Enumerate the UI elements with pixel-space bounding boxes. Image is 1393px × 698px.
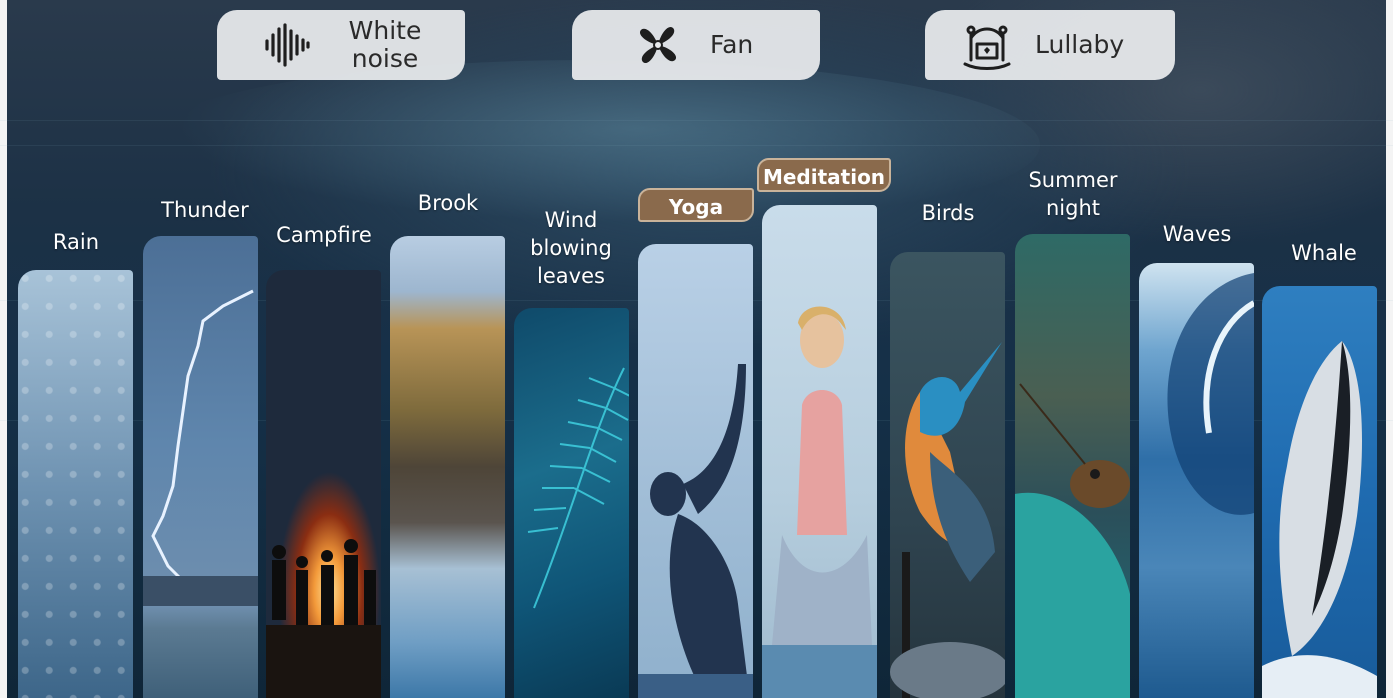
fan-icon (630, 17, 686, 73)
summer-night-label: Summer night (1028, 168, 1118, 220)
fern-leaves (527, 367, 629, 609)
whale-card[interactable] (1262, 286, 1377, 698)
cricket-on-leaf (1015, 383, 1130, 698)
yoga-badge: Yoga (638, 188, 754, 222)
rain-label: Rain (52, 230, 100, 254)
thunder-label: Thunder (161, 198, 249, 222)
sound-wave-icon (259, 17, 315, 73)
meditation-card[interactable] (762, 205, 877, 698)
meditation-figure (762, 306, 877, 698)
wave-line (0, 120, 1393, 121)
wind-blowing-leaves-label: Wind blowing leaves (530, 208, 612, 288)
kingfisher-bird (890, 342, 1005, 698)
birds-label: Birds (921, 201, 975, 225)
wave-line (0, 145, 1393, 146)
fan-button[interactable]: Fan (572, 10, 820, 80)
left-border (0, 0, 7, 698)
cradle-icon (959, 17, 1015, 73)
whale-label: Whale (1291, 241, 1357, 265)
yoga-figure (638, 364, 753, 698)
brook-label: Brook (417, 191, 479, 215)
birds-card[interactable] (890, 252, 1005, 698)
fan-label: Fan (710, 30, 754, 59)
right-border (1386, 0, 1393, 698)
summer-night-card[interactable] (1015, 234, 1130, 698)
humpback-whale (1262, 341, 1377, 698)
waves-card[interactable] (1139, 263, 1254, 698)
yoga-card[interactable] (638, 244, 753, 698)
lullaby-button[interactable]: Lullaby (925, 10, 1175, 80)
brook-card[interactable] (390, 236, 505, 698)
campfire-label: Campfire (276, 223, 372, 247)
white-noise-button[interactable]: White noise (217, 10, 465, 80)
wind-blowing-leaves-card[interactable] (514, 308, 629, 698)
lullaby-label: Lullaby (1035, 30, 1125, 59)
thunder-card[interactable] (143, 236, 258, 698)
ocean-wave (1167, 273, 1254, 515)
campfire-card[interactable] (266, 270, 381, 698)
rain-card[interactable] (18, 270, 133, 698)
waves-label: Waves (1162, 222, 1232, 246)
campfire-people (266, 539, 381, 698)
meditation-badge: Meditation (757, 158, 891, 192)
lightning-bolt (143, 289, 258, 606)
white-noise-label: White noise (348, 16, 422, 73)
